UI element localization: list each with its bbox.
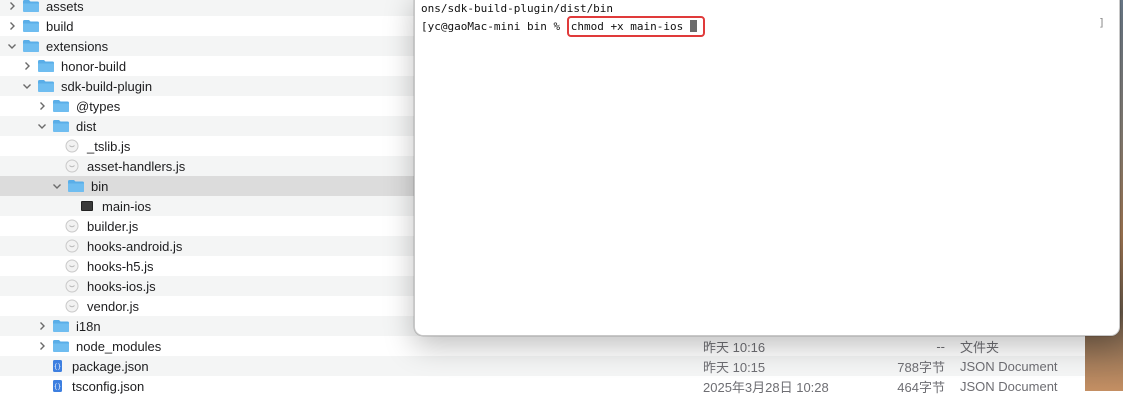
file-name: hooks-h5.js xyxy=(87,258,154,274)
chevron-down-icon[interactable] xyxy=(51,180,63,192)
chevron-right-icon[interactable] xyxy=(6,0,18,12)
terminal-output: ons/sdk-build-plugin/dist/bin [yc@gaoMac… xyxy=(421,1,706,37)
file-name: i18n xyxy=(76,318,101,334)
file-name: build xyxy=(46,18,74,34)
file-name: hooks-ios.js xyxy=(87,278,156,294)
terminal-previous-line: ons/sdk-build-plugin/dist/bin xyxy=(421,2,614,15)
file-size: 788字节 xyxy=(897,359,945,375)
folder-icon xyxy=(33,79,61,93)
date-modified: 昨天 10:15 xyxy=(703,359,766,375)
file-name: honor-build xyxy=(61,58,127,74)
file-size: 464字节 xyxy=(897,379,945,395)
file-name: sdk-build-plugin xyxy=(61,78,153,94)
folder-row[interactable]: node_modules 昨天 10:16 -- 文件夹 xyxy=(0,336,1085,356)
file-name: @types xyxy=(76,98,121,114)
svg-text:{}: {} xyxy=(54,384,61,391)
file-name: dist xyxy=(76,118,97,134)
file-name: hooks-android.js xyxy=(87,238,183,254)
js-file-icon xyxy=(63,299,87,313)
file-name: vendor.js xyxy=(87,298,140,314)
chevron-right-icon[interactable] xyxy=(36,320,48,332)
file-kind: JSON Document xyxy=(960,378,1058,394)
file-name: tsconfig.json xyxy=(72,378,145,394)
terminal-command[interactable]: chmod +x main-ios xyxy=(571,20,684,33)
text-cursor xyxy=(690,20,698,32)
folder-icon xyxy=(48,319,76,333)
js-file-icon xyxy=(63,259,87,273)
file-name: node_modules xyxy=(76,338,162,354)
terminal-right-bracket: ] xyxy=(1098,16,1105,29)
folder-icon xyxy=(63,179,91,193)
file-kind: JSON Document xyxy=(960,358,1058,374)
file-kind: 文件夹 xyxy=(960,339,1000,355)
folder-icon xyxy=(18,0,46,13)
file-name: main-ios xyxy=(102,198,152,214)
svg-text:{}: {} xyxy=(54,364,61,371)
date-modified: 2025年3月28日 10:28 xyxy=(703,379,829,395)
terminal-prompt: [yc@gaoMac-mini bin % xyxy=(421,20,567,33)
js-file-icon xyxy=(63,139,87,153)
chevron-down-icon[interactable] xyxy=(21,80,33,92)
js-file-icon xyxy=(63,279,87,293)
folder-icon xyxy=(18,19,46,33)
file-name: assets xyxy=(46,0,84,14)
terminal-window[interactable]: ons/sdk-build-plugin/dist/bin [yc@gaoMac… xyxy=(414,0,1120,336)
folder-icon xyxy=(48,99,76,113)
file-name: bin xyxy=(91,178,109,194)
folder-icon xyxy=(48,339,76,353)
js-file-icon xyxy=(63,239,87,253)
file-name: package.json xyxy=(72,358,149,374)
chevron-right-icon[interactable] xyxy=(6,20,18,32)
folder-icon xyxy=(18,39,46,53)
chevron-down-icon[interactable] xyxy=(6,40,18,52)
folder-icon xyxy=(33,59,61,73)
file-name: asset-handlers.js xyxy=(87,158,186,174)
executable-icon xyxy=(78,199,102,213)
command-highlight-box: chmod +x main-ios xyxy=(566,16,706,37)
date-modified: 昨天 10:16 xyxy=(703,339,766,355)
file-name: builder.js xyxy=(87,218,139,234)
chevron-right-icon[interactable] xyxy=(36,100,48,112)
file-size: -- xyxy=(936,338,945,354)
chevron-down-icon[interactable] xyxy=(36,120,48,132)
chevron-right-icon[interactable] xyxy=(21,60,33,72)
file-name: extensions xyxy=(46,38,109,54)
file-row[interactable]: {} package.json 昨天 10:15 788字节 JSON Document xyxy=(0,356,1085,376)
file-name: _tslib.js xyxy=(87,138,131,154)
chevron-right-icon[interactable] xyxy=(36,340,48,352)
js-file-icon xyxy=(63,219,87,233)
folder-icon xyxy=(48,119,76,133)
file-row[interactable]: {} tsconfig.json 2025年3月28日 10:28 464字节 JSON… xyxy=(0,376,1085,396)
json-file-icon: {} xyxy=(48,359,72,373)
js-file-icon xyxy=(63,159,87,173)
